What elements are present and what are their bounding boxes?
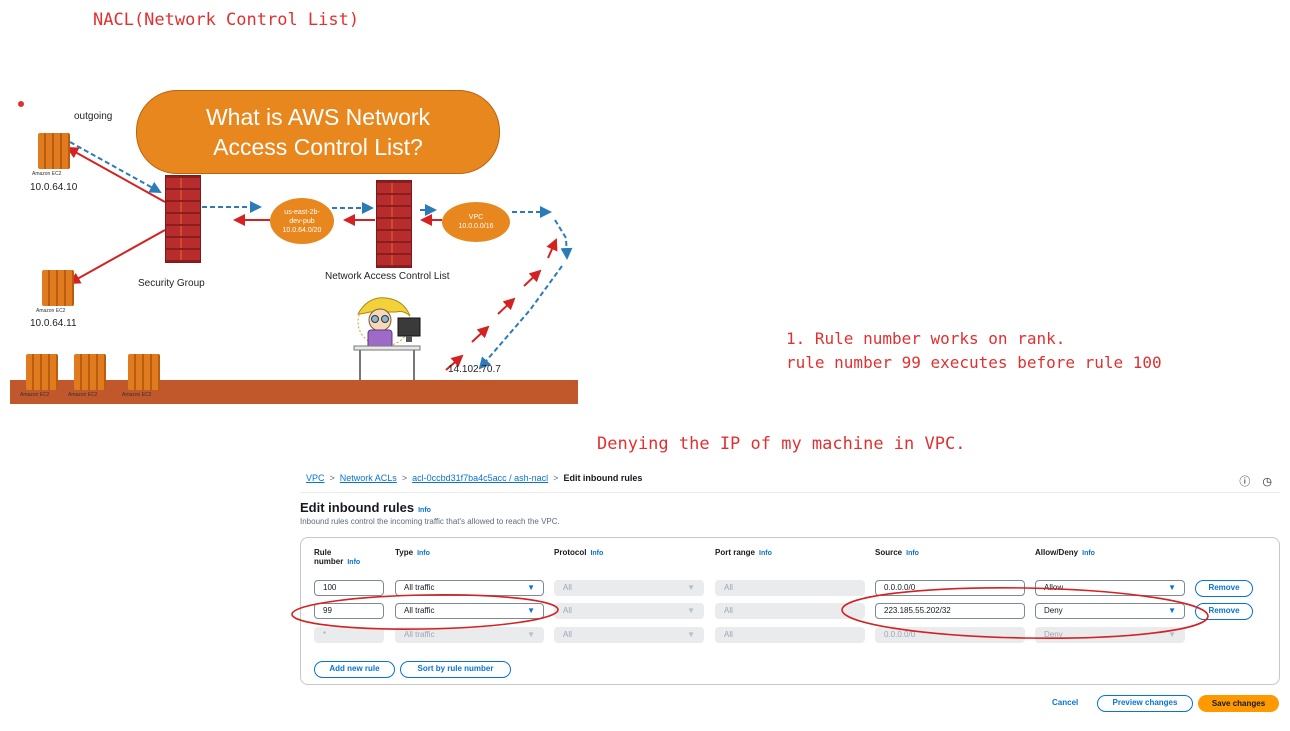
user-icon [353,297,421,382]
chevron-right-icon: > [329,473,335,483]
page-subtitle: Inbound rules control the incoming traff… [300,517,560,526]
remove-button[interactable]: Remove [1195,580,1253,597]
type-select[interactable]: All traffic [395,580,544,596]
vpc-oval: VPC 10.0.0.0/16 [442,202,510,242]
ip-label-user: 14.102.70.7 [448,364,501,375]
clock-icon[interactable]: ◷ [1262,476,1272,488]
ip-label-mid: 10.0.64.11 [30,318,77,329]
col-allow-deny: Allow/Deny Info [1035,548,1095,557]
info-link[interactable]: Info [347,559,360,566]
title-annotation: NACL(Network Control List) [93,10,360,30]
outgoing-label: outgoing [74,111,113,122]
firewall-icon [376,180,412,268]
ec2-icon: Amazon EC2 [68,354,106,398]
info-link[interactable]: Info [759,550,772,557]
col-protocol: Protocol Info [554,548,604,557]
ec2-icon: Amazon EC2 [36,270,74,314]
cancel-button[interactable]: Cancel [1052,698,1078,707]
breadcrumb-current: Edit inbound rules [563,473,643,483]
allow-deny-select: Deny [1035,627,1185,643]
port-range-input: All [715,603,865,619]
security-group-label: Security Group [138,278,205,289]
info-link[interactable]: Info [1082,550,1095,557]
deny-annotation: Denying the IP of my machine in VPC. [597,434,966,454]
divider [300,492,1280,493]
chevron-right-icon: > [553,473,559,483]
allow-deny-select[interactable]: Allow [1035,580,1185,596]
col-port-range: Port range Info [715,548,772,557]
rule-number-input[interactable]: 100 [314,580,384,596]
source-input[interactable]: 0.0.0.0/0 [875,580,1025,596]
type-select: All traffic [395,627,544,643]
bubble-line1: What is AWS Network [205,104,431,130]
rank-annotation-line2: rule number 99 executes before rule 100 [786,353,1162,372]
add-new-rule-button[interactable]: Add new rule [314,661,395,678]
ip-label-top: 10.0.64.10 [30,182,78,193]
subnet-oval: us-east-2b-dev-pub 10.0.64.0/20 [270,198,334,244]
bubble-line2: Access Control List? [213,134,423,160]
remove-button[interactable]: Remove [1195,603,1253,620]
info-circle-icon[interactable]: ⓘ [1239,476,1250,488]
preview-changes-button[interactable]: Preview changes [1097,695,1193,712]
info-link[interactable]: Info [906,550,919,557]
protocol-select: All [554,603,704,619]
save-changes-button[interactable]: Save changes [1198,695,1279,712]
breadcrumb: VPC > Network ACLs > acl-0ccbd31f7ba4c5acc /… [306,473,642,483]
breadcrumb-acl[interactable]: acl-0ccbd31f7ba4c5acc / ash-nacl [412,473,548,483]
sort-by-rule-number-button[interactable]: Sort by rule number [400,661,511,678]
rank-annotation-line1: 1. Rule number works on rank. [786,329,1066,348]
allow-deny-select[interactable]: Deny [1035,603,1185,619]
info-link[interactable]: Info [590,550,603,557]
ec2-icon: Amazon EC2 [20,354,58,398]
col-rule-number: Rule number Info [314,548,361,566]
nacl-diagram: What is AWS Network Access Control List?… [10,80,578,404]
source-input[interactable]: 223.185.55.202/32 [875,603,1025,619]
title-bubble: What is AWS Network Access Control List? [136,90,500,174]
port-range-input: All [715,627,865,643]
rule-number-input[interactable]: 99 [314,603,384,619]
port-range-input: All [715,580,865,596]
chevron-right-icon: > [401,473,408,483]
rule-number-input: * [314,627,384,643]
firewall-icon [165,175,201,263]
top-icons: ⓘ ◷ [1227,473,1272,489]
ec2-icon: Amazon EC2 [32,133,70,177]
protocol-select: All [554,627,704,643]
type-select[interactable]: All traffic [395,603,544,619]
info-link[interactable]: Info [418,507,431,514]
breadcrumb-vpc[interactable]: VPC [306,473,325,483]
col-type: Type Info [395,548,430,557]
nacl-label: Network Access Control List [325,271,450,282]
protocol-select: All [554,580,704,596]
breadcrumb-network-acls[interactable]: Network ACLs [340,473,397,483]
info-link[interactable]: Info [417,550,430,557]
page-title: Edit inbound rules Info [300,500,431,515]
source-input: 0.0.0.0/0 [875,627,1025,643]
ec2-icon: Amazon EC2 [122,354,160,398]
col-source: Source Info [875,548,919,557]
